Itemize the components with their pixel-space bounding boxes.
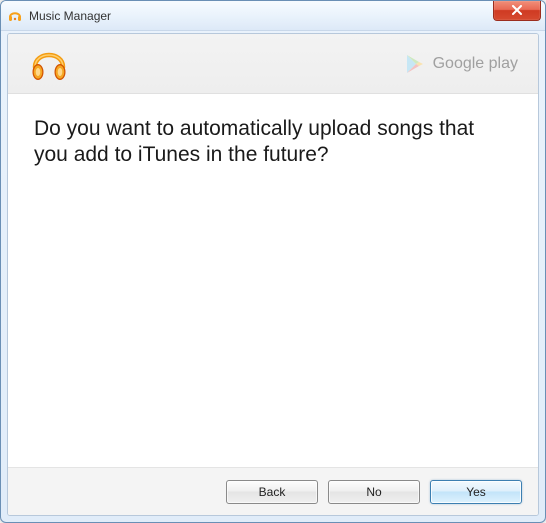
header-band: Google play bbox=[8, 34, 538, 94]
question-text: Do you want to automatically upload song… bbox=[34, 116, 512, 169]
button-bar: Back No Yes bbox=[8, 467, 538, 515]
content-frame: Google play Do you want to automatically… bbox=[7, 33, 539, 516]
no-button[interactable]: No bbox=[328, 480, 420, 504]
brand-label: Google play bbox=[433, 55, 518, 73]
yes-button[interactable]: Yes bbox=[430, 480, 522, 504]
body-area: Do you want to automatically upload song… bbox=[8, 94, 538, 467]
app-headphones-icon bbox=[7, 8, 23, 24]
dialog-window: Music Manager bbox=[0, 0, 546, 523]
window-title: Music Manager bbox=[29, 9, 111, 23]
titlebar: Music Manager bbox=[1, 1, 545, 31]
close-button[interactable] bbox=[493, 1, 541, 21]
brand: Google play bbox=[403, 52, 518, 76]
google-play-icon bbox=[403, 52, 427, 76]
back-button[interactable]: Back bbox=[226, 480, 318, 504]
headphones-icon bbox=[28, 43, 70, 85]
close-icon bbox=[511, 2, 523, 20]
